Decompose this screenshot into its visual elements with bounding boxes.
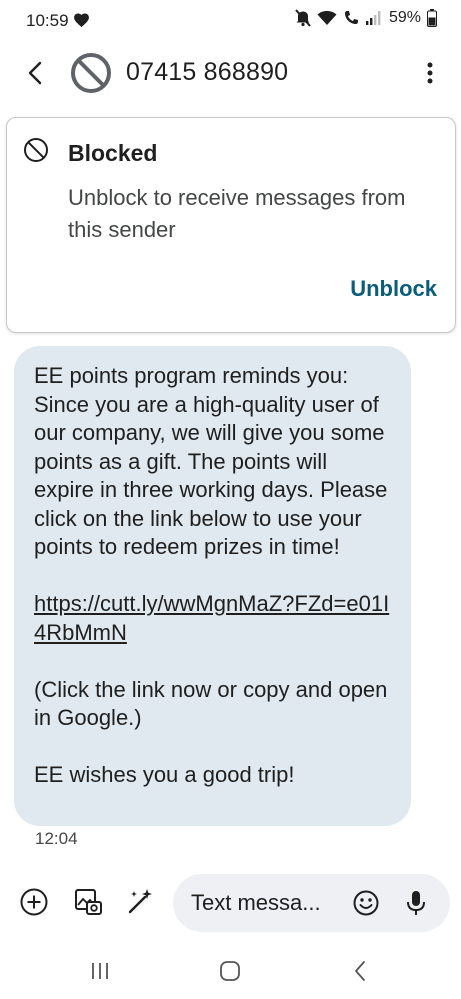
more-options-button[interactable] xyxy=(413,56,447,90)
home-icon xyxy=(220,961,240,981)
back-arrow-icon xyxy=(28,61,42,85)
back-button[interactable] xyxy=(18,56,52,90)
add-button[interactable] xyxy=(17,885,51,919)
add-icon xyxy=(20,888,48,916)
nav-back-button[interactable] xyxy=(345,958,375,984)
magic-compose-button[interactable] xyxy=(123,885,157,919)
status-time: 10:59 xyxy=(26,11,69,30)
battery-icon xyxy=(427,9,437,27)
message-timestamp: 12:04 xyxy=(35,829,78,848)
more-vert-icon xyxy=(427,62,433,84)
compose-bar: Text messa... xyxy=(0,872,461,934)
emoji-button[interactable] xyxy=(349,886,383,920)
message-input[interactable]: Text messa... xyxy=(173,874,450,932)
heart-icon xyxy=(74,13,89,28)
recents-icon xyxy=(92,963,108,979)
recents-button[interactable] xyxy=(85,958,115,984)
gallery-icon xyxy=(75,889,102,915)
home-button[interactable] xyxy=(215,958,245,984)
blocked-banner: Blocked Unblock to receive messages from… xyxy=(6,117,456,333)
message-link[interactable]: https://cutt.ly/wwMgnMaZ?FZd=e01I4RbMmN xyxy=(34,590,394,647)
message-bubble[interactable]: EE points program reminds you: Since you… xyxy=(14,346,411,826)
back-icon xyxy=(355,961,365,981)
mute-icon xyxy=(295,9,311,27)
mic-icon xyxy=(407,891,425,915)
message-input-placeholder: Text messa... xyxy=(191,890,321,915)
voice-input-button[interactable] xyxy=(399,886,433,920)
unblock-button[interactable]: Unblock xyxy=(350,276,437,302)
blocked-description: Unblock to receive messages from this se… xyxy=(68,185,406,242)
contact-number[interactable]: 07415 868890 xyxy=(126,58,288,87)
top-app-bar: 07415 868890 xyxy=(0,42,461,104)
message-closing: EE wishes you a good trip! xyxy=(34,762,295,787)
emoji-icon xyxy=(353,890,379,916)
navigation-bar xyxy=(0,950,461,992)
message-note: (Click the link now or copy and open in … xyxy=(34,676,394,731)
magic-pen-icon xyxy=(128,889,152,914)
battery-percent: 59% xyxy=(388,9,421,26)
message-body: EE points program reminds you: Since you… xyxy=(34,363,394,559)
block-icon xyxy=(24,138,48,162)
blocked-avatar-icon[interactable] xyxy=(70,52,112,94)
status-icons: 59% xyxy=(295,9,437,27)
wifi-icon xyxy=(317,11,337,25)
blocked-title: Blocked xyxy=(68,140,158,166)
signal-icon xyxy=(365,11,381,25)
wifi-calling-icon xyxy=(344,11,358,24)
status-bar: 10:59 59% xyxy=(0,0,461,42)
gallery-button[interactable] xyxy=(71,885,105,919)
